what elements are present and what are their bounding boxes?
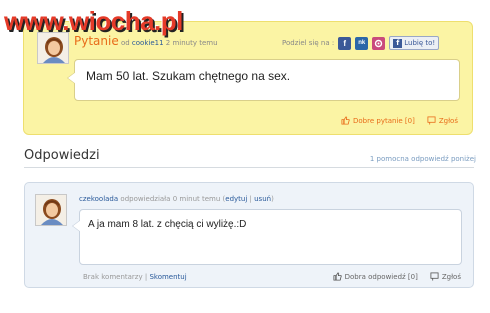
question-panel: Pytanie od cookie11 2 minuty temu Podzie…	[23, 21, 473, 135]
nk-icon[interactable]: nk	[355, 36, 369, 50]
share-bar: Podziel się na : f nk f Lubię to!	[282, 36, 440, 50]
section-divider	[24, 167, 474, 168]
report-label: Zgłoś	[441, 272, 461, 281]
edit-link[interactable]: edytuj	[225, 195, 247, 203]
question-time: 2 minuty temu	[165, 39, 218, 47]
thumbs-up-icon	[333, 272, 342, 281]
report-answer-button[interactable]: Zgłoś	[430, 272, 461, 281]
answer-header: czekoolada odpowiedziała 0 minut temu (e…	[79, 195, 274, 203]
by-prefix: od	[120, 39, 130, 47]
answers-count: 1 pomocna odpowiedź poniżej	[369, 155, 476, 163]
like-label: Lubię to!	[404, 39, 436, 47]
google-icon[interactable]	[372, 36, 386, 50]
report-question-button[interactable]: Zgłoś	[427, 116, 458, 125]
thumbs-up-icon	[341, 116, 350, 125]
report-label: Zgłoś	[438, 116, 458, 125]
answer-meta: odpowiedziała 0 minut temu	[120, 195, 221, 203]
facebook-small-icon: f	[393, 38, 403, 48]
answer-item: czekoolada odpowiedziała 0 minut temu (e…	[24, 182, 474, 288]
facebook-like-button[interactable]: f Lubię to!	[389, 36, 440, 50]
answers-heading: Odpowiedzi	[24, 148, 100, 163]
good-answer-label: Dobra odpowiedź [0]	[344, 272, 418, 281]
answer-comments: Brak komentarzy | Skomentuj	[83, 273, 187, 281]
question-bubble: Mam 50 lat. Szukam chętnego na sex.	[67, 59, 460, 101]
share-label: Podziel się na :	[282, 39, 335, 47]
good-question-button[interactable]: Dobre pytanie [0]	[341, 116, 415, 125]
delete-link[interactable]: usuń	[254, 195, 271, 203]
question-actions: Dobre pytanie [0] Zgłoś	[341, 116, 458, 125]
good-answer-button[interactable]: Dobra odpowiedź [0]	[333, 272, 418, 281]
answer-author[interactable]: czekoolada	[79, 195, 118, 203]
comment-link[interactable]: Skomentuj	[149, 273, 186, 281]
answer-actions: Dobra odpowiedź [0] Zgłoś	[333, 272, 461, 281]
flag-icon	[427, 116, 436, 125]
question-text: Mam 50 lat. Szukam chętnego na sex.	[86, 69, 291, 83]
question-author[interactable]: cookie11	[132, 39, 164, 47]
facebook-icon[interactable]: f	[338, 36, 352, 50]
answer-text: A ja mam 8 lat. z chęcią ci wyliżę.:D	[88, 219, 247, 230]
good-question-label: Dobre pytanie [0]	[353, 116, 415, 125]
avatar[interactable]	[35, 194, 67, 226]
site-watermark: www.wiocha.pl	[4, 6, 183, 36]
no-comments-label: Brak komentarzy	[83, 273, 143, 281]
answer-bubble: A ja mam 8 lat. z chęcią ci wyliżę.:D	[72, 209, 462, 265]
flag-icon	[430, 272, 439, 281]
